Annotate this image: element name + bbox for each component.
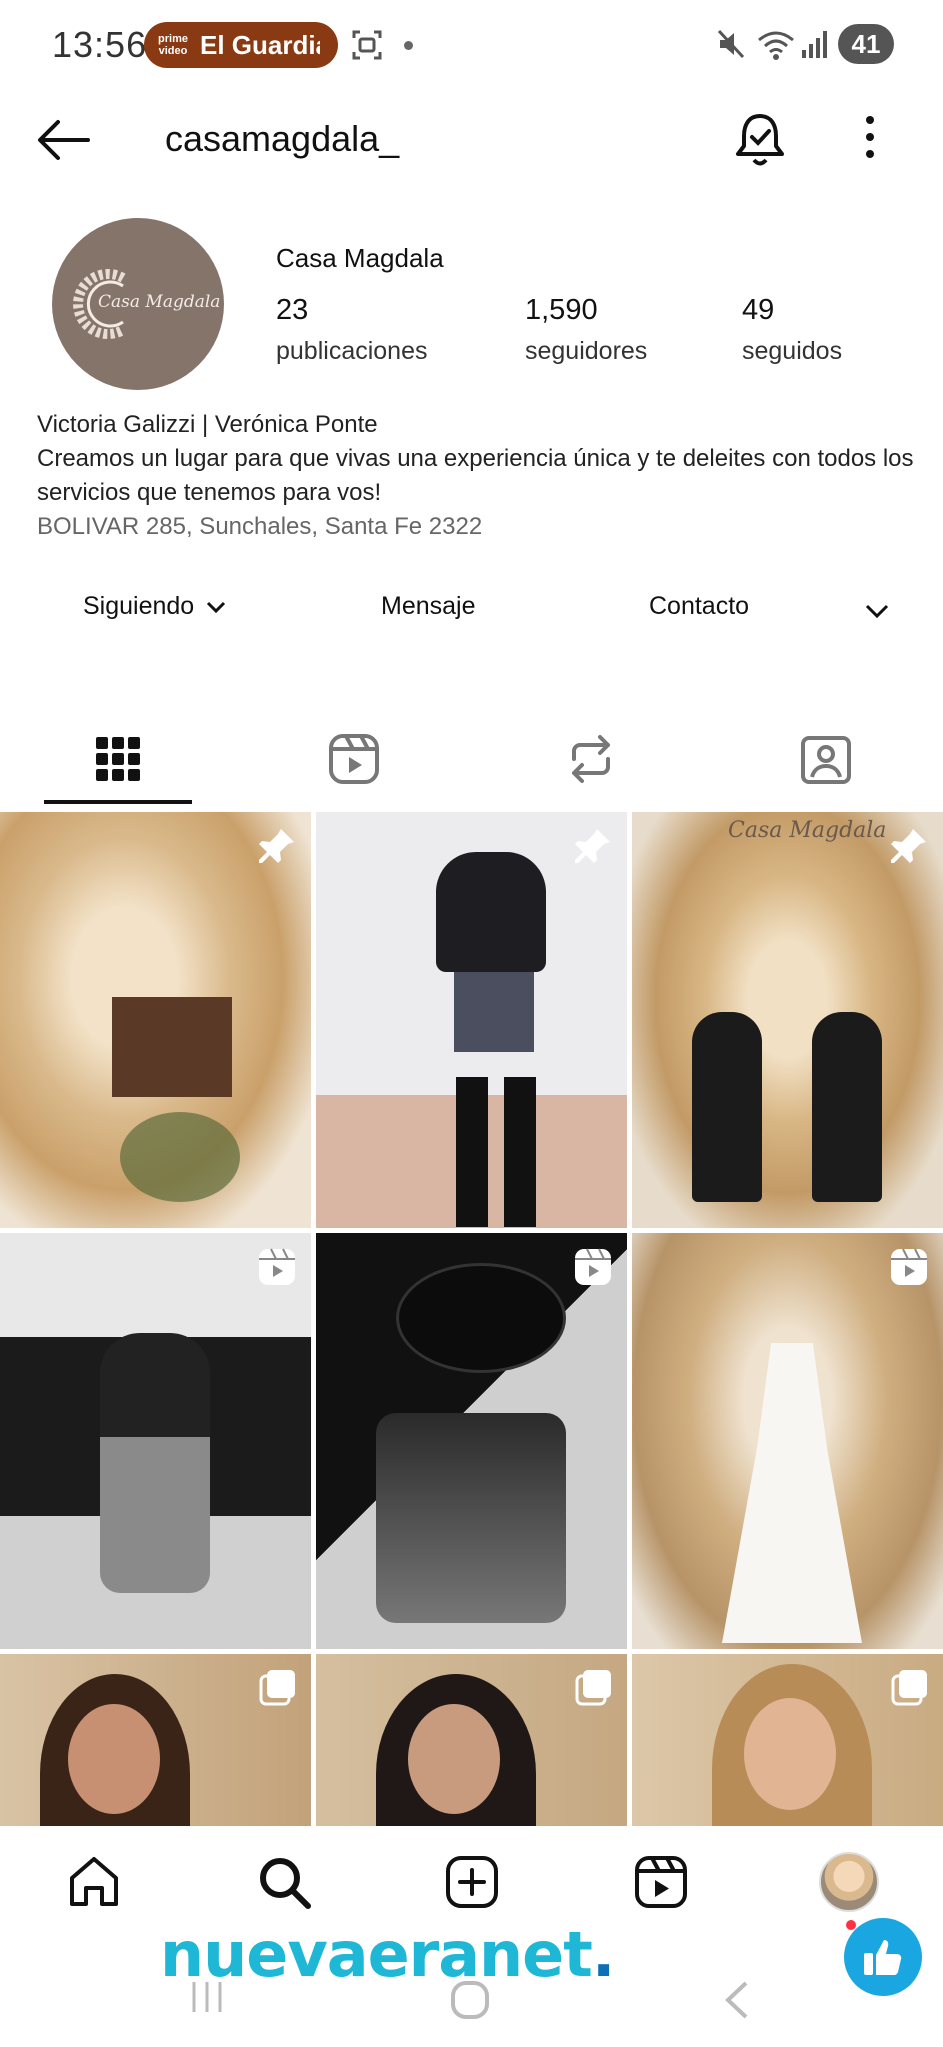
contact-label: Contacto	[649, 592, 750, 620]
post-plant-shape	[120, 1112, 240, 1202]
display-name: Casa Magdala	[276, 243, 444, 273]
home-button-icon[interactable]	[450, 1980, 490, 2020]
post-woman-right	[812, 1012, 882, 1202]
status-time: 13:56	[52, 24, 148, 65]
post-figure-skirt	[454, 972, 534, 1052]
reels-icon	[329, 734, 379, 784]
suggested-chevron-icon[interactable]	[864, 602, 890, 620]
media-pill-text: El Guardián	[200, 29, 320, 60]
stat-followers-label: seguidores	[525, 337, 648, 365]
reel-icon	[259, 1248, 295, 1285]
action-buttons: Siguiendo Mensaje Contacto	[0, 586, 943, 636]
message-label: Mensaje	[381, 592, 476, 620]
stat-posts-label: publicaciones	[276, 337, 428, 365]
post-black-hat[interactable]	[316, 1233, 627, 1649]
prime-video-logo: prime video	[158, 33, 188, 57]
pin-icon	[891, 829, 926, 863]
post-figure-boots	[456, 1077, 536, 1227]
posts-grid: Casa Magdala	[0, 812, 943, 1826]
post-face	[68, 1704, 160, 1814]
stat-following-value: 49	[742, 294, 775, 326]
post-bag-shape	[376, 1413, 566, 1623]
tab-reels[interactable]	[294, 724, 414, 794]
battery-indicator: 41	[838, 24, 894, 64]
status-bar: 13:56 prime video El Guardián 41	[0, 0, 943, 92]
contact-button[interactable]: Contacto	[649, 592, 749, 621]
grid-icon	[96, 737, 140, 781]
carousel-icon	[891, 1670, 927, 1706]
post-black-outfit[interactable]	[316, 812, 627, 1228]
post-pampas-desk[interactable]	[0, 812, 311, 1228]
watermark-dot: .	[591, 1918, 616, 1991]
like-thumb-button[interactable]	[844, 1918, 922, 1996]
post-two-women-seated[interactable]: Casa Magdala	[632, 812, 943, 1228]
following-label: Siguiendo	[83, 592, 195, 620]
watermark: nuevaeranet.	[160, 1918, 616, 1991]
mute-icon	[717, 29, 745, 59]
post-portrait-1[interactable]	[0, 1654, 311, 1826]
profile-avatar[interactable]: Casa Magdala	[52, 218, 224, 390]
reel-icon	[575, 1248, 611, 1285]
bell-check-icon[interactable]	[732, 110, 788, 170]
recent-apps-icon[interactable]	[190, 1980, 224, 2014]
reel-icon	[891, 1248, 927, 1285]
tab-reposts[interactable]	[531, 724, 651, 794]
search-icon[interactable]	[256, 1854, 312, 1910]
bio-names: Victoria Galizzi | Verónica Ponte	[37, 411, 378, 438]
message-button[interactable]: Mensaje	[381, 592, 476, 621]
carousel-icon	[259, 1670, 295, 1706]
carousel-icon	[575, 1670, 611, 1706]
post-figure	[100, 1333, 210, 1593]
profile-username: casamagdala_	[165, 118, 400, 159]
pin-icon	[259, 829, 294, 863]
create-icon[interactable]	[444, 1854, 500, 1910]
reposts-icon	[572, 735, 610, 783]
media-pill[interactable]: prime video El Guardián	[144, 22, 338, 68]
screenshot-icon	[352, 30, 382, 60]
post-face	[744, 1698, 836, 1810]
stat-followers-value: 1,590	[525, 294, 598, 326]
post-figure-top	[436, 852, 546, 972]
status-dot-icon	[404, 41, 413, 50]
reels-icon[interactable]	[633, 1854, 689, 1910]
bio-address[interactable]: BOLIVAR 285, Sunchales, Santa Fe 2322	[37, 510, 917, 544]
stat-posts[interactable]: 23 publicaciones	[276, 294, 428, 366]
post-overlay-text: Casa Magdala	[728, 818, 887, 843]
following-button[interactable]: Siguiendo	[83, 592, 226, 621]
tab-posts[interactable]	[58, 724, 178, 794]
bio-description: Creamos un lugar para que vivas una expe…	[37, 445, 914, 506]
home-icon[interactable]	[66, 1854, 122, 1910]
signal-icon	[802, 31, 827, 58]
chevron-down-icon	[207, 601, 226, 613]
profile-bio: Victoria Galizzi | Verónica Ponte Creamo…	[37, 408, 917, 544]
tab-active-indicator	[44, 800, 192, 804]
post-hat-shape	[396, 1263, 566, 1373]
profile-avatar-tab[interactable]	[819, 1852, 879, 1912]
thumbs-up-icon	[864, 1940, 902, 1975]
pin-icon	[575, 829, 610, 863]
post-white-dress[interactable]	[632, 1233, 943, 1649]
avatar-logo: Casa Magdala	[68, 264, 220, 344]
post-portrait-3[interactable]	[632, 1654, 943, 1826]
wifi-icon	[758, 31, 794, 60]
stat-following[interactable]: 49 seguidos	[742, 294, 842, 366]
stat-following-label: seguidos	[742, 337, 843, 365]
stat-followers[interactable]: 1,590 seguidores	[525, 294, 647, 366]
avatar-logo-text: Casa Magdala	[98, 292, 221, 312]
back-button-icon[interactable]	[722, 1980, 750, 2020]
post-desk-shape	[112, 997, 232, 1097]
watermark-text: nuevaeranet	[160, 1918, 593, 1991]
more-vertical-icon[interactable]	[860, 112, 880, 162]
profile-tabs	[0, 712, 943, 808]
tagged-icon	[801, 736, 851, 784]
back-arrow-icon[interactable]	[36, 118, 92, 162]
post-bride-shape	[722, 1343, 862, 1643]
post-face	[408, 1704, 500, 1814]
post-sequin-jacket[interactable]	[0, 1233, 311, 1649]
tab-tagged[interactable]	[766, 724, 886, 794]
profile-header: casamagdala_	[0, 100, 943, 182]
post-portrait-2[interactable]	[316, 1654, 627, 1826]
post-woman-left	[692, 1012, 762, 1202]
stat-posts-value: 23	[276, 294, 309, 326]
